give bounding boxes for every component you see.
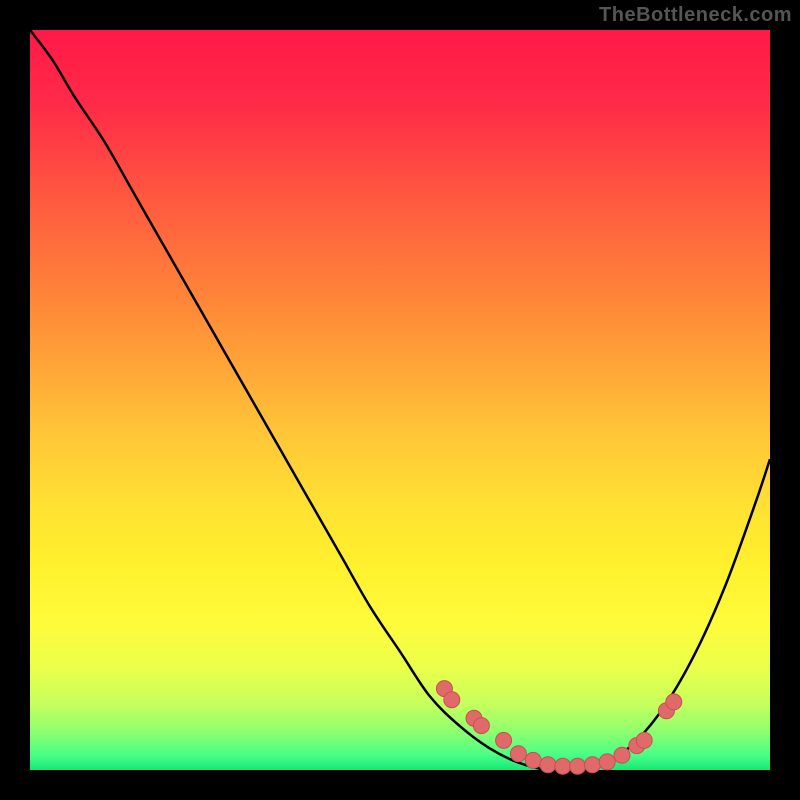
bottleneck-curve [30,30,770,771]
marker-dot [496,732,512,748]
curve-layer [30,30,770,770]
marker-dot [540,757,556,773]
chart-frame: TheBottleneck.com [0,0,800,800]
attribution-label: TheBottleneck.com [599,4,792,27]
highlight-markers [436,681,681,775]
marker-dot [444,692,460,708]
marker-dot [473,718,489,734]
marker-dot [570,758,586,774]
marker-dot [599,754,615,770]
marker-dot [584,757,600,773]
marker-dot [636,732,652,748]
marker-dot [555,758,571,774]
marker-dot [666,694,682,710]
marker-dot [614,747,630,763]
marker-dot [525,752,541,768]
plot-area [30,30,770,770]
marker-dot [510,746,526,762]
